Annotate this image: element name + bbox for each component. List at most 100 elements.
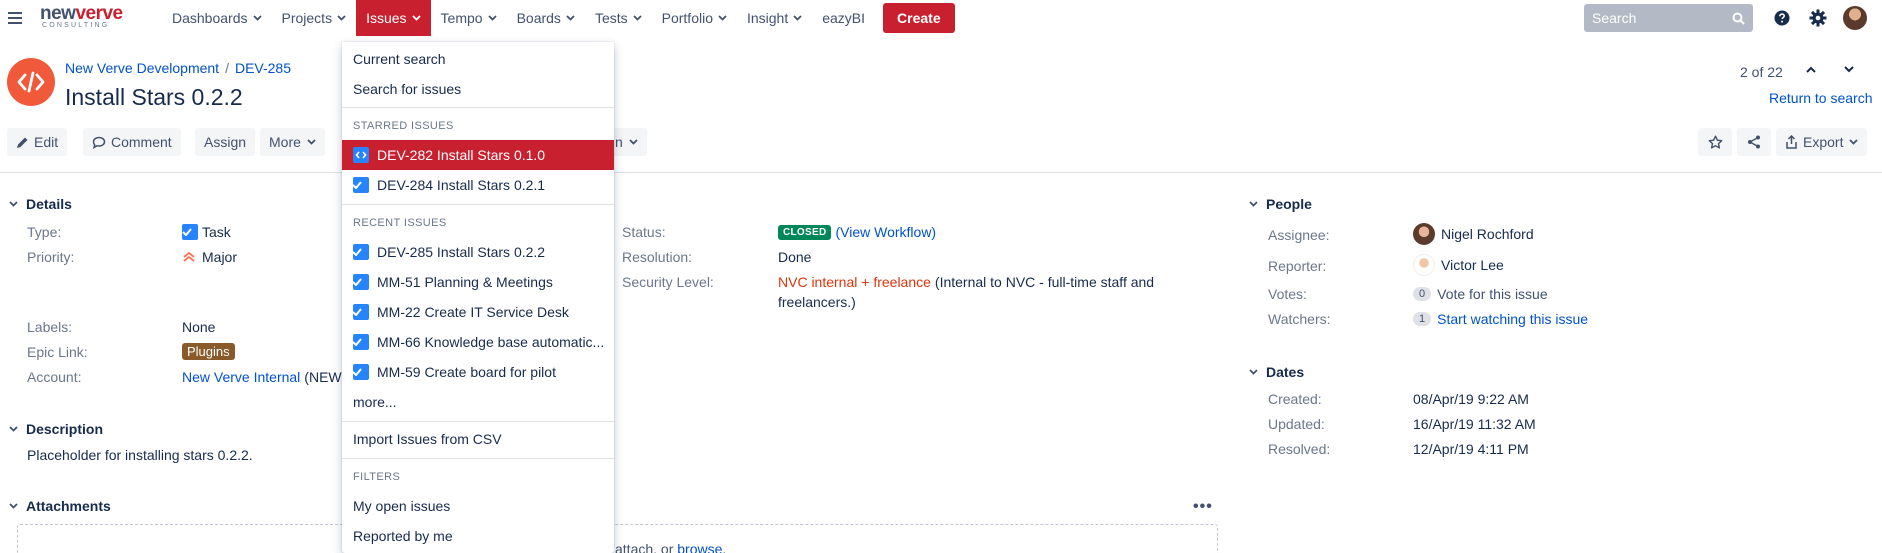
menu-item-starred-issue[interactable]: DEV-284 Install Stars 0.2.1 <box>342 170 614 200</box>
watchers-label: Watchers: <box>1268 311 1331 327</box>
edit-button[interactable]: Edit <box>7 128 68 156</box>
chevron-down-icon <box>487 15 497 21</box>
nav-dashboards-label: Dashboards <box>172 10 248 26</box>
starred-issues-heading: STARRED ISSUES <box>353 120 454 132</box>
menu-item-more[interactable]: more... <box>342 387 614 417</box>
recent-issue-label: MM-51 Planning & Meetings <box>377 274 553 290</box>
logo[interactable]: newverve CONSULTING <box>40 0 154 36</box>
breadcrumb: New Verve Development / DEV-285 <box>65 60 291 76</box>
starred-issue-label: DEV-284 Install Stars 0.2.1 <box>377 177 546 193</box>
search-input[interactable]: Search <box>1584 4 1753 32</box>
menu-item-search-for-issues[interactable]: Search for issues <box>342 74 614 104</box>
recent-issues-heading: RECENT ISSUES <box>353 217 447 229</box>
attachments-more-icon[interactable]: ••• <box>1193 498 1213 516</box>
menu-item-recent-issue[interactable]: MM-59 Create board for pilot <box>342 357 614 387</box>
next-issue-chevron-down-icon[interactable] <box>1844 66 1854 73</box>
comment-button[interactable]: Comment <box>83 128 181 156</box>
nav-insight[interactable]: Insight <box>737 0 812 36</box>
breadcrumb-project-link[interactable]: New Verve Development <box>65 60 219 76</box>
task-icon <box>352 274 369 290</box>
share-button[interactable] <box>1737 128 1771 156</box>
description-text[interactable]: Placeholder for installing stars 0.2.2. <box>27 447 253 463</box>
comment-button-label: Comment <box>111 134 172 150</box>
menu-item-recent-issue[interactable]: MM-22 Create IT Service Desk <box>342 297 614 327</box>
menu-divider <box>342 204 614 205</box>
menu-item-recent-issue[interactable]: MM-66 Knowledge base automatic... <box>342 327 614 357</box>
priority-major-icon <box>183 251 195 262</box>
task-icon <box>352 364 369 380</box>
export-button-label: Export <box>1803 134 1844 150</box>
menu-divider <box>342 107 614 108</box>
menu-icon[interactable] <box>0 0 30 36</box>
epic-badge[interactable]: Plugins <box>182 343 235 360</box>
task-icon <box>352 177 369 193</box>
resolution-label: Resolution: <box>622 249 693 265</box>
chevron-down-icon <box>9 426 18 432</box>
menu-item-starred-issue[interactable]: DEV-282 Install Stars 0.1.0 <box>342 140 614 170</box>
details-section-toggle[interactable]: Details <box>9 196 72 212</box>
menu-divider <box>342 458 614 459</box>
menu-item-filter[interactable]: Reported by me <box>342 521 614 551</box>
logo-subtext: CONSULTING <box>42 22 110 29</box>
dates-section-toggle[interactable]: Dates <box>1249 364 1304 380</box>
chevron-down-icon <box>632 15 642 21</box>
task-icon <box>352 334 369 350</box>
return-to-search-link[interactable]: Return to search <box>1769 90 1873 106</box>
star-button[interactable] <box>1698 128 1732 156</box>
epic-link-value[interactable]: Plugins <box>182 343 235 360</box>
browse-link[interactable]: browse. <box>677 541 726 553</box>
assign-button-label: Assign <box>204 134 247 150</box>
nav-boards[interactable]: Boards <box>507 0 585 36</box>
export-button[interactable]: Export <box>1776 128 1868 156</box>
vote-action[interactable]: Vote for this issue <box>1437 286 1548 302</box>
view-workflow-link[interactable]: (View Workflow) <box>835 224 936 240</box>
menu-item-recent-issue[interactable]: MM-51 Planning & Meetings <box>342 267 614 297</box>
nav-portfolio[interactable]: Portfolio <box>652 0 737 36</box>
nav-issues[interactable]: Issues <box>356 0 431 36</box>
user-avatar[interactable] <box>1843 6 1867 30</box>
assignee-value[interactable]: Nigel Rochford <box>1413 223 1534 245</box>
people-heading: People <box>1266 196 1312 212</box>
nav-eazybi-label: eazyBI <box>822 10 866 26</box>
task-icon <box>182 224 198 240</box>
recent-issue-label: MM-59 Create board for pilot <box>377 364 556 380</box>
recent-issue-label: DEV-285 Install Stars 0.2.2 <box>377 244 546 260</box>
menu-item-recent-issue[interactable]: DEV-285 Install Stars 0.2.2 <box>342 237 614 267</box>
nav-dashboards[interactable]: Dashboards <box>162 0 272 36</box>
create-button[interactable]: Create <box>883 3 955 33</box>
updated-label: Updated: <box>1268 416 1325 432</box>
account-link[interactable]: New Verve Internal <box>182 369 300 385</box>
nav-tests[interactable]: Tests <box>585 0 652 36</box>
settings-gear-icon[interactable] <box>1808 8 1828 28</box>
nav-issues-label: Issues <box>366 10 407 26</box>
people-section-toggle[interactable]: People <box>1249 196 1312 212</box>
epic-link-label: Epic Link: <box>27 344 88 360</box>
status-badge: CLOSED <box>778 224 832 240</box>
attachments-heading: Attachments <box>26 498 111 514</box>
reporter-value[interactable]: Victor Lee <box>1413 254 1504 276</box>
search-icon <box>1732 12 1745 25</box>
chevron-down-icon <box>411 15 421 21</box>
menu-item-filter[interactable]: My open issues <box>342 491 614 521</box>
menu-item-import-csv[interactable]: Import Issues from CSV <box>342 424 614 454</box>
task-icon <box>352 244 369 260</box>
more-actions-button[interactable]: More <box>260 128 325 156</box>
project-avatar-icon[interactable] <box>7 58 55 106</box>
help-icon[interactable] <box>1772 8 1792 28</box>
votes-count-badge: 0 <box>1413 287 1432 301</box>
watch-action-link[interactable]: Start watching this issue <box>1437 311 1588 327</box>
nav-eazybi[interactable]: eazyBI <box>812 0 875 36</box>
logo-text-a: new <box>40 3 76 24</box>
nav-tempo[interactable]: Tempo <box>431 0 507 36</box>
chevron-down-icon <box>9 503 18 509</box>
attachments-section-toggle[interactable]: Attachments <box>9 498 111 514</box>
previous-issue-chevron-up-icon[interactable] <box>1806 66 1816 73</box>
page-title: Install Stars 0.2.2 <box>65 84 243 110</box>
description-section-toggle[interactable]: Description <box>9 421 103 437</box>
nav-projects[interactable]: Projects <box>272 0 357 36</box>
account-label: Account: <box>27 369 82 385</box>
breadcrumb-issue-link[interactable]: DEV-285 <box>235 60 291 76</box>
assignee-label: Assignee: <box>1268 227 1330 243</box>
assign-button[interactable]: Assign <box>195 128 256 156</box>
menu-item-current-search[interactable]: Current search <box>342 44 614 74</box>
